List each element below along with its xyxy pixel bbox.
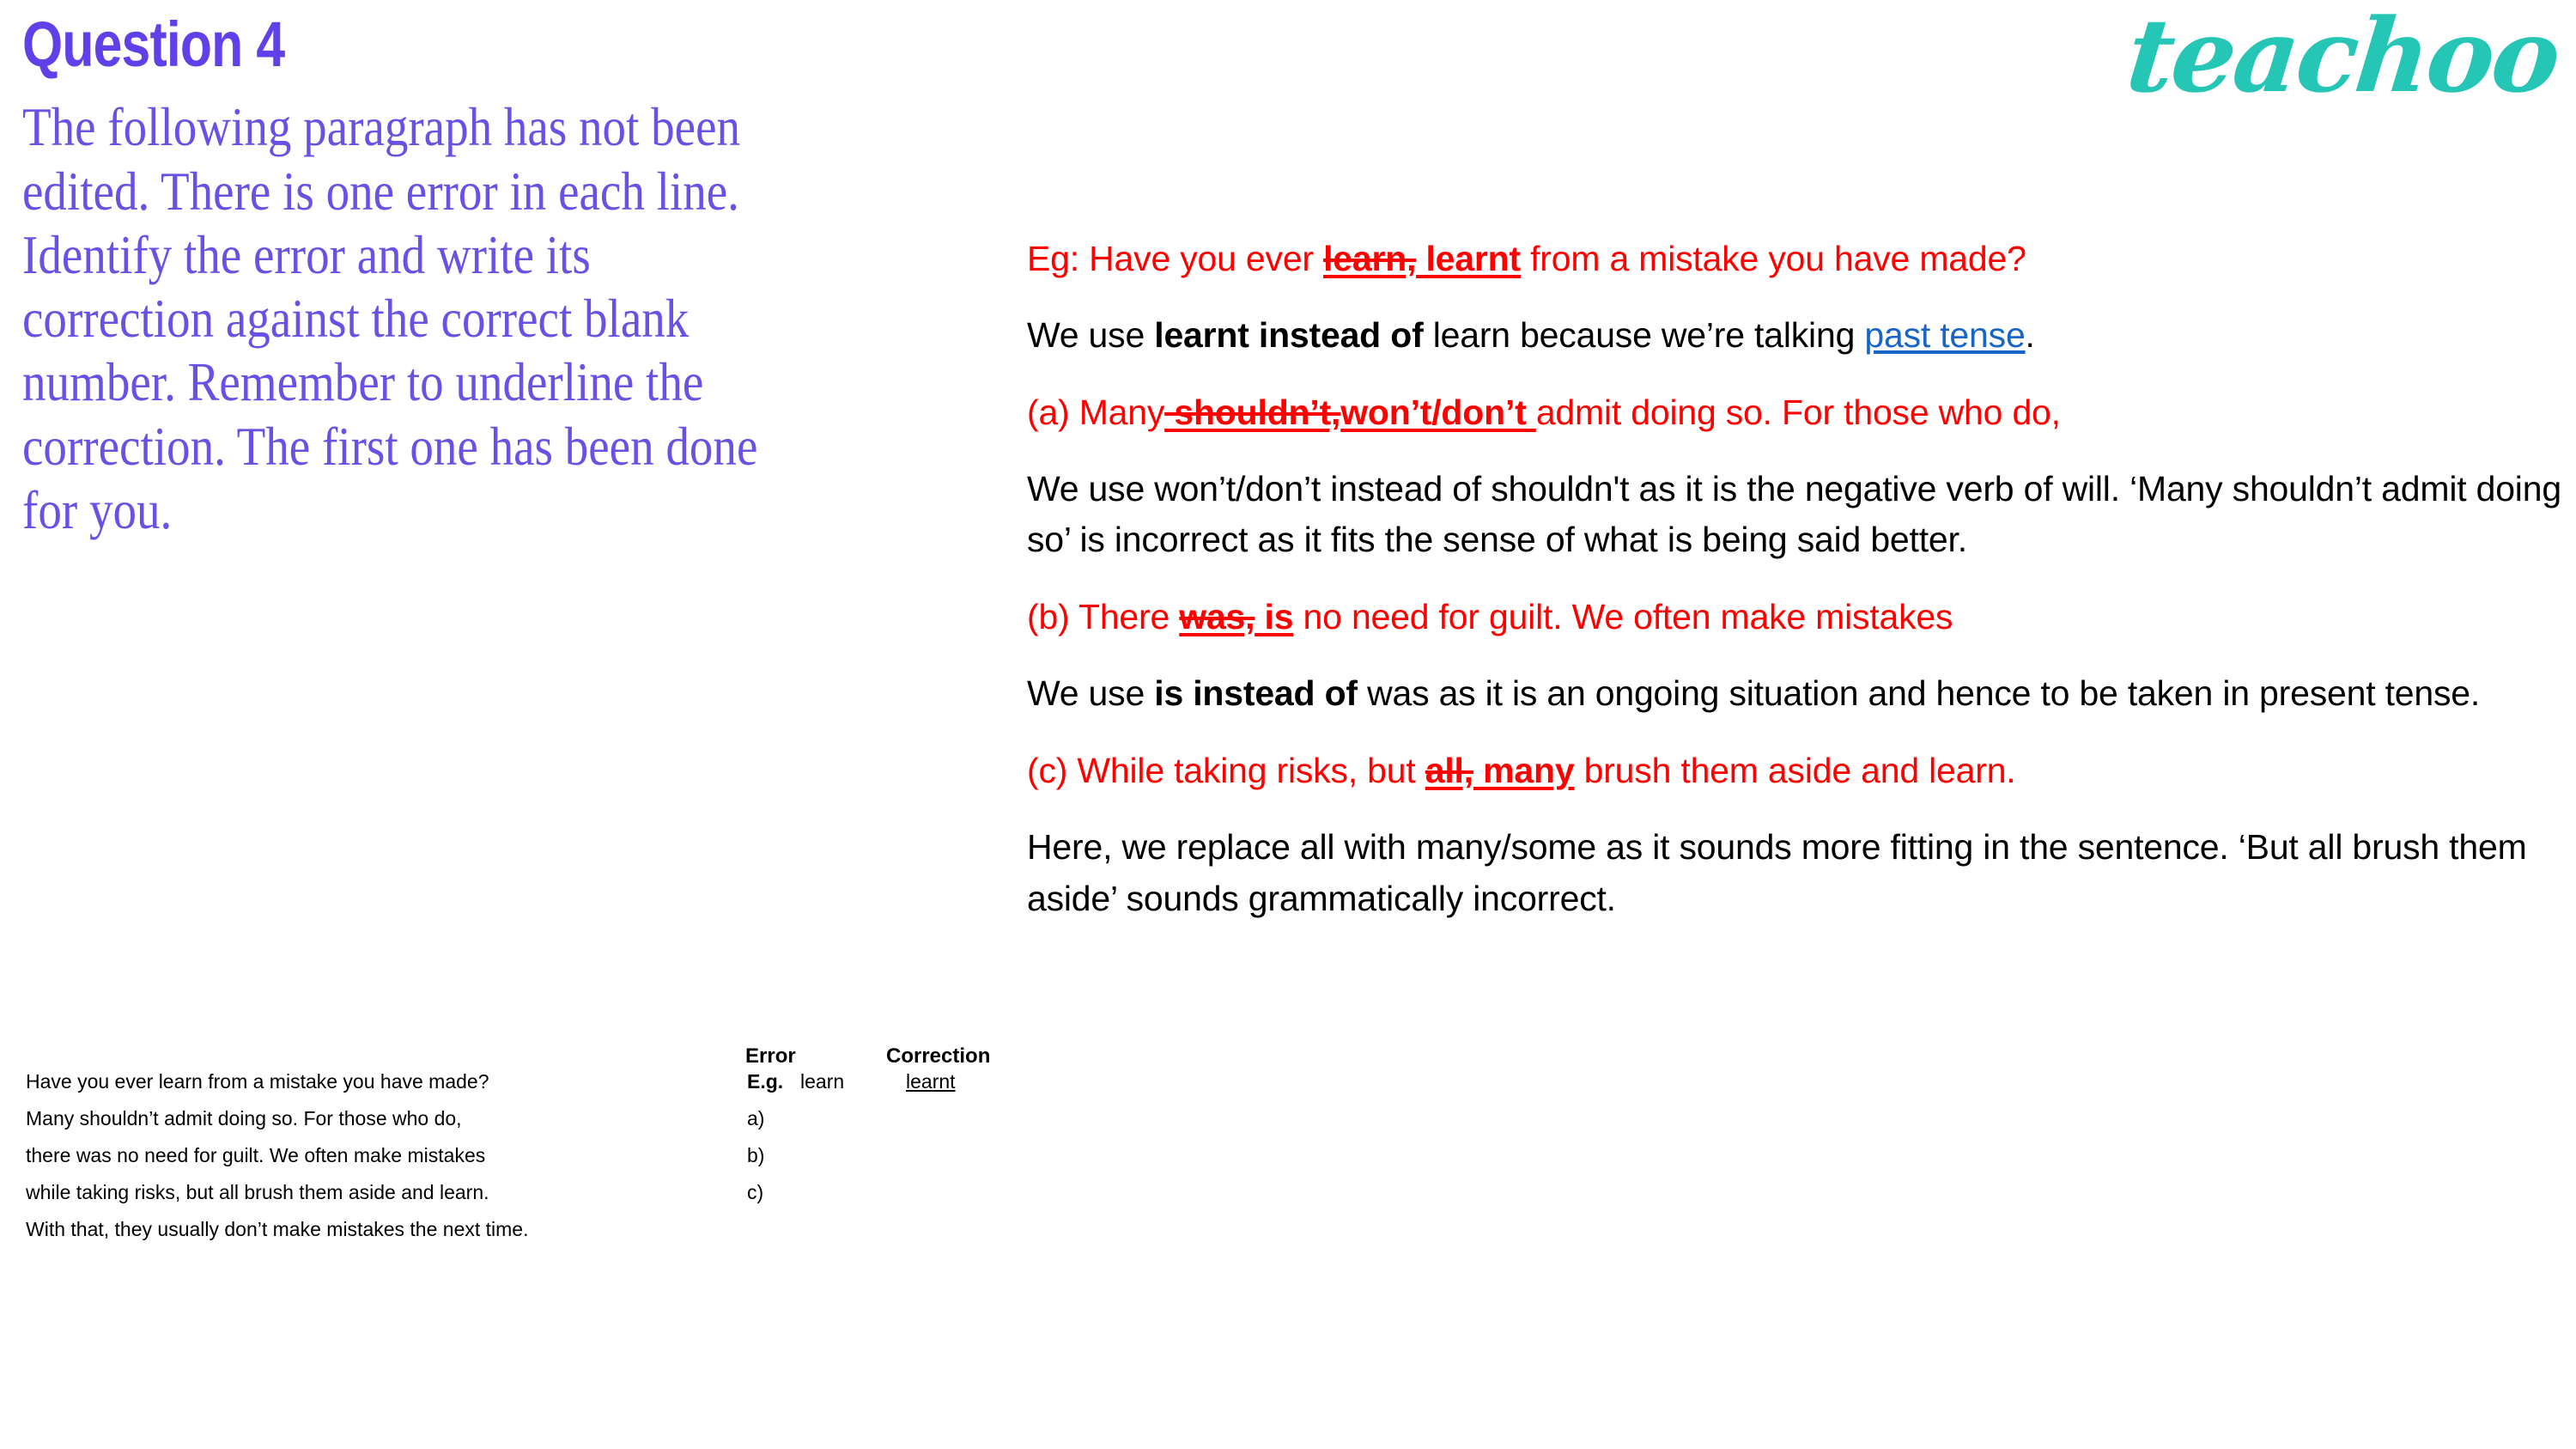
table-cell-label: E.g.: [747, 1070, 784, 1093]
answer-a-line: (a) Many shouldn’t,won’t/don’t admit doi…: [1027, 387, 2573, 439]
answer-b-line: (b) There was, is no need for guilt. We …: [1027, 592, 2573, 643]
answer-example-suffix: from a mistake you have made?: [1520, 239, 2026, 278]
explanation-mid: learn because we’re talking: [1423, 314, 1865, 355]
question-panel: Question 4 The following paragraph has n…: [22, 0, 1018, 542]
explanation-lead: We use: [1027, 673, 1155, 714]
answer-a-correction: won’t/don’t: [1340, 392, 1536, 432]
answer-c-struck: all,: [1425, 751, 1473, 791]
explanation-lead: We use: [1027, 314, 1155, 355]
page-title: Question 4: [22, 9, 285, 80]
answer-example-correction: learnt: [1416, 239, 1521, 278]
explanation-bold: is instead of: [1154, 673, 1358, 714]
answer-b-marker: (b): [1027, 597, 1078, 637]
answer-example-explanation: We use learnt instead of learn because w…: [1027, 310, 2573, 362]
answer-b-correction: is: [1255, 597, 1294, 637]
answer-a-suffix: admit doing so. For those who do,: [1535, 392, 2061, 432]
answer-a-explanation: We use won’t/don’t instead of shouldn't …: [1027, 468, 2561, 560]
table-cell-label: b): [747, 1144, 765, 1166]
answer-example-struck: learn,: [1323, 239, 1417, 278]
answer-c-prefix: While taking risks, but: [1077, 751, 1425, 791]
answer-a-prefix: Many: [1078, 392, 1165, 432]
table-row: while taking risks, but all brush them a…: [26, 1181, 1022, 1218]
table-header-row: Error Correction: [26, 1044, 1022, 1070]
explanation-tail: .: [2025, 314, 2035, 355]
answer-b-suffix: no need for guilt. We often make mistake…: [1293, 597, 1953, 637]
answer-c-line: (c) While taking risks, but all, many br…: [1027, 746, 2573, 797]
table-row: Have you ever learn from a mistake you h…: [26, 1070, 1022, 1107]
answer-c-explanation: Here, we replace all with many/some as i…: [1027, 826, 2527, 918]
table-cell-label: c): [747, 1181, 764, 1203]
past-tense-link[interactable]: past tense: [1864, 315, 2025, 355]
table-cell-sentence: Have you ever learn from a mistake you h…: [26, 1070, 489, 1093]
column-header-correction: Correction: [886, 1044, 991, 1068]
table-cell-label: a): [747, 1107, 765, 1129]
answer-b-struck: was,: [1179, 597, 1255, 637]
answer-a-struck: shouldn’t,: [1164, 392, 1341, 432]
answer-b-prefix: There: [1078, 597, 1180, 637]
explanation-bold: learnt instead of: [1154, 314, 1424, 355]
table-cell-sentence: there was no need for guilt. We often ma…: [26, 1144, 486, 1166]
answer-example-prefix: Eg: Have you ever: [1027, 239, 1324, 278]
answer-a-marker: (a): [1027, 392, 1079, 432]
teachoo-logo: teachoo: [2121, 0, 2564, 115]
table-cell-error: learn: [800, 1070, 845, 1093]
table-row: With that, they usually don’t make mista…: [26, 1218, 1022, 1255]
answer-example-line: Eg: Have you ever learn, learnt from a m…: [1027, 234, 2573, 285]
answer-b-explanation: We use is instead of was as it is an ong…: [1027, 668, 2573, 720]
table-row: there was no need for guilt. We often ma…: [26, 1144, 1022, 1181]
table-cell-sentence: while taking risks, but all brush them a…: [26, 1181, 489, 1203]
answer-c-correction: many: [1473, 751, 1575, 791]
table-cell-sentence: Many shouldn’t admit doing so. For those…: [26, 1107, 462, 1129]
answer-c-suffix: brush them aside and learn.: [1574, 751, 2016, 791]
error-correction-table: Error Correction Have you ever learn fro…: [26, 1044, 1022, 1255]
explanation-tail: was as it is an ongoing situation and he…: [1357, 673, 2481, 714]
question-instructions: The following paragraph has not been edi…: [22, 96, 758, 540]
answers-panel: Eg: Have you ever learn, learnt from a m…: [1027, 234, 2573, 951]
answer-c-marker: (c): [1027, 751, 1078, 791]
table-cell-sentence: With that, they usually don’t make mista…: [26, 1218, 529, 1240]
column-header-error: Error: [745, 1044, 796, 1068]
table-cell-correction: learnt: [906, 1070, 956, 1093]
table-row: Many shouldn’t admit doing so. For those…: [26, 1107, 1022, 1144]
